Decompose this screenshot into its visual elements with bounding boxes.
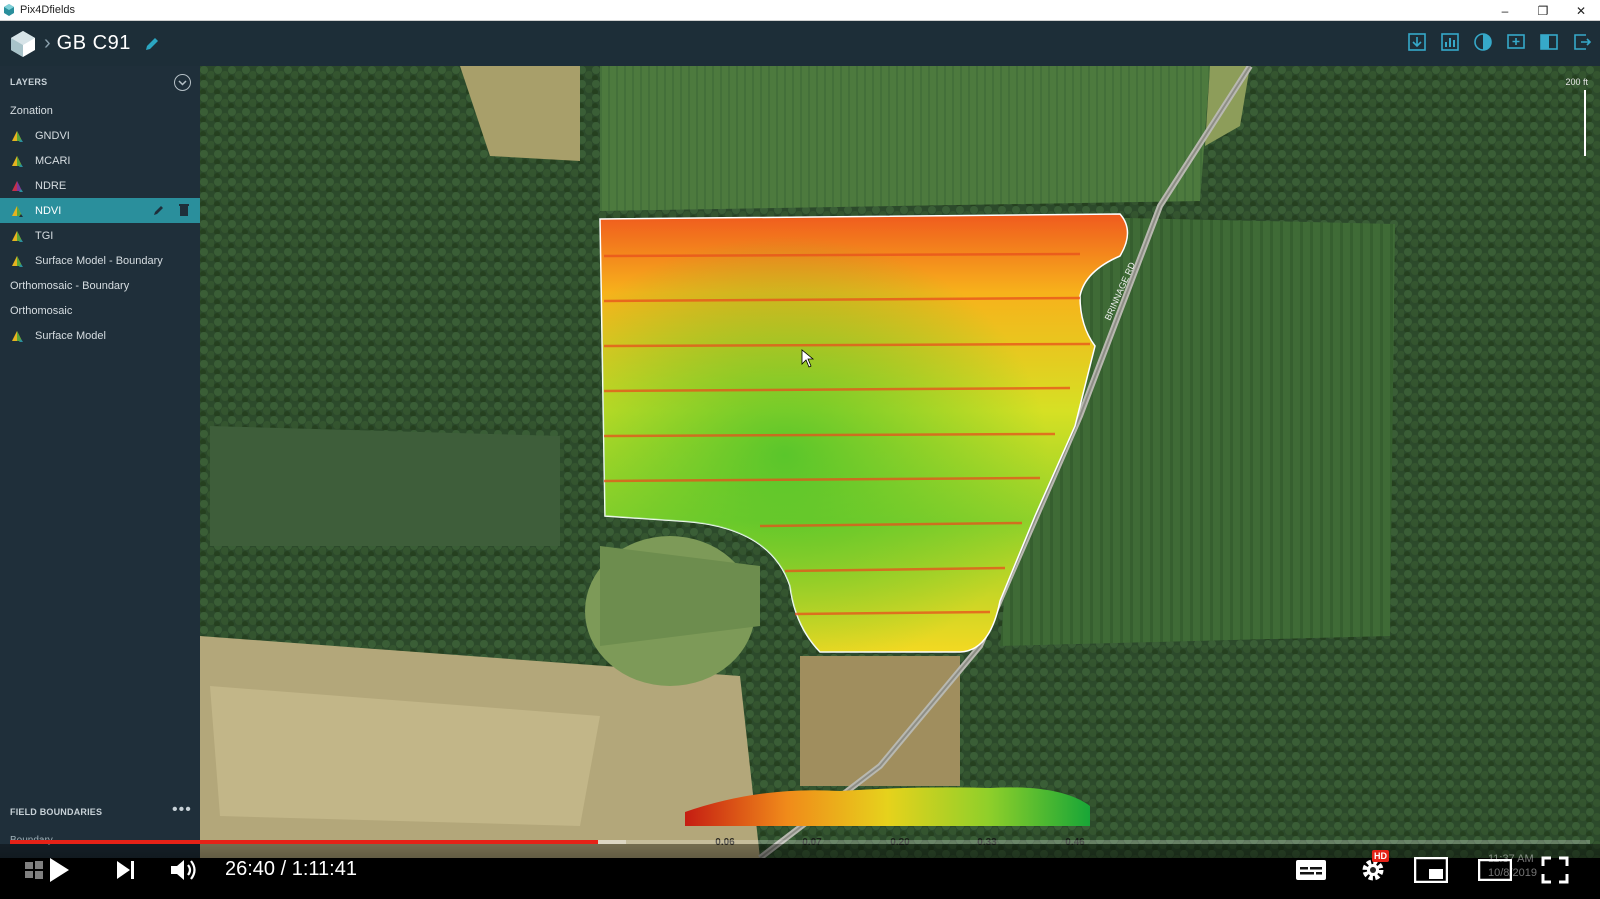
breadcrumb-separator: › (44, 32, 51, 54)
layer-gradient-icon (12, 255, 23, 267)
layer-item-gndvi[interactable]: GNDVI (0, 123, 200, 148)
collapse-layers-button[interactable] (174, 74, 191, 91)
layer-item-orthomosaic-boundary[interactable]: Orthomosaic - Boundary (0, 273, 200, 298)
clock-date: 10/8/2019 (1488, 867, 1537, 879)
delete-layer-icon[interactable] (178, 203, 190, 217)
layer-gradient-icon (12, 230, 23, 242)
app-logo-icon (4, 4, 14, 16)
subtitles-button[interactable] (1294, 856, 1328, 884)
layer-label: Surface Model - Boundary (35, 254, 163, 267)
layer-item-ndvi[interactable]: NDVI (0, 198, 200, 223)
volume-icon (171, 860, 196, 880)
scale-bar (1584, 90, 1586, 156)
statistics-button[interactable] (1438, 29, 1462, 55)
clock-time: 11:37 AM (1488, 853, 1534, 865)
fullscreen-button[interactable] (1538, 856, 1572, 884)
zonation-icon (1507, 34, 1525, 49)
play-icon (50, 858, 69, 882)
layer-item-surface-model[interactable]: Surface Model (0, 323, 200, 348)
video-progress-bar[interactable] (10, 840, 1590, 844)
layers-sidebar: LAYERS Zonation GNDVI MCARI NDRE NDVI TG… (0, 66, 200, 858)
layer-label: Orthomosaic (10, 304, 73, 317)
layer-gradient-icon (12, 205, 23, 217)
edit-layer-icon[interactable] (152, 203, 166, 217)
window-title: Pix4Dfields (20, 4, 76, 16)
scale-label: 200 ft (1565, 77, 1588, 87)
layer-label: Surface Model (35, 329, 106, 342)
layer-item-surface-model-boundary[interactable]: Surface Model - Boundary (0, 248, 200, 273)
progress-played (10, 840, 598, 844)
taskbar-clock: 11:37 AM 10/8/2019 (1488, 852, 1537, 880)
index-button[interactable] (1471, 29, 1495, 55)
layer-label: Orthomosaic - Boundary (10, 279, 130, 292)
layer-item-zonation[interactable]: Zonation (0, 98, 200, 123)
restore-button[interactable]: ❐ (1524, 0, 1562, 21)
share-icon (1574, 34, 1592, 50)
layer-label: MCARI (35, 154, 71, 167)
layer-item-orthomosaic[interactable]: Orthomosaic (0, 298, 200, 323)
layer-item-ndre[interactable]: NDRE (0, 173, 200, 198)
layer-label: TGI (35, 229, 54, 242)
map-toolbar (1405, 29, 1594, 55)
miniplayer-icon (1414, 857, 1448, 883)
subtitles-icon (1296, 860, 1326, 880)
window-titlebar: Pix4Dfields – ❐ ✕ (0, 0, 1600, 21)
video-controls: 26:40 / 1:11:41 HD 11:37 AM 10/8/2019 (0, 844, 1600, 899)
next-button[interactable] (112, 856, 140, 884)
layer-label: Zonation (10, 104, 53, 117)
minimize-button[interactable]: – (1486, 0, 1524, 21)
layer-label: NDRE (35, 179, 67, 192)
index-icon (1474, 33, 1492, 51)
zonation-button[interactable] (1504, 29, 1528, 55)
map-view[interactable]: BRINNAGE RD 200 ft (200, 66, 1600, 858)
project-title[interactable]: GB C91 (57, 32, 131, 55)
edit-project-name-icon[interactable] (143, 35, 161, 53)
play-button[interactable] (44, 856, 74, 884)
fullscreen-icon (1541, 856, 1569, 884)
close-button[interactable]: ✕ (1562, 0, 1600, 21)
layer-list: Zonation GNDVI MCARI NDRE NDVI TGI Surfa… (0, 98, 200, 348)
app-header: › GB C91 (0, 21, 1600, 66)
satellite-map[interactable]: BRINNAGE RD (200, 66, 1600, 858)
field-boundaries-more-button[interactable]: ••• (172, 801, 192, 819)
skip-next-icon (117, 861, 134, 879)
export-icon (1408, 33, 1426, 51)
layer-gradient-icon (12, 180, 23, 192)
stats-icon (1441, 33, 1459, 51)
miniplayer-button[interactable] (1412, 856, 1450, 884)
layer-item-tgi[interactable]: TGI (0, 223, 200, 248)
chevron-down-icon (178, 79, 187, 86)
layer-gradient-icon (12, 130, 23, 142)
layer-item-mcari[interactable]: MCARI (0, 148, 200, 173)
video-time: 26:40 / 1:11:41 (225, 858, 357, 880)
hd-badge: HD (1372, 850, 1389, 862)
layer-label: GNDVI (35, 129, 70, 142)
layer-label: NDVI (35, 204, 62, 217)
window-controls: – ❐ ✕ (1486, 0, 1600, 21)
volume-button[interactable] (168, 856, 202, 884)
pix4d-logo-icon[interactable] (8, 29, 38, 59)
compare-button[interactable] (1537, 29, 1561, 55)
layers-heading: LAYERS (10, 77, 48, 87)
compare-icon (1540, 34, 1558, 50)
layer-gradient-icon (12, 155, 23, 167)
layer-gradient-icon (12, 330, 23, 342)
export-button[interactable] (1405, 29, 1429, 55)
share-button[interactable] (1570, 29, 1594, 55)
windows-logo-icon (25, 861, 43, 879)
field-boundaries-heading: FIELD BOUNDARIES (10, 807, 103, 817)
